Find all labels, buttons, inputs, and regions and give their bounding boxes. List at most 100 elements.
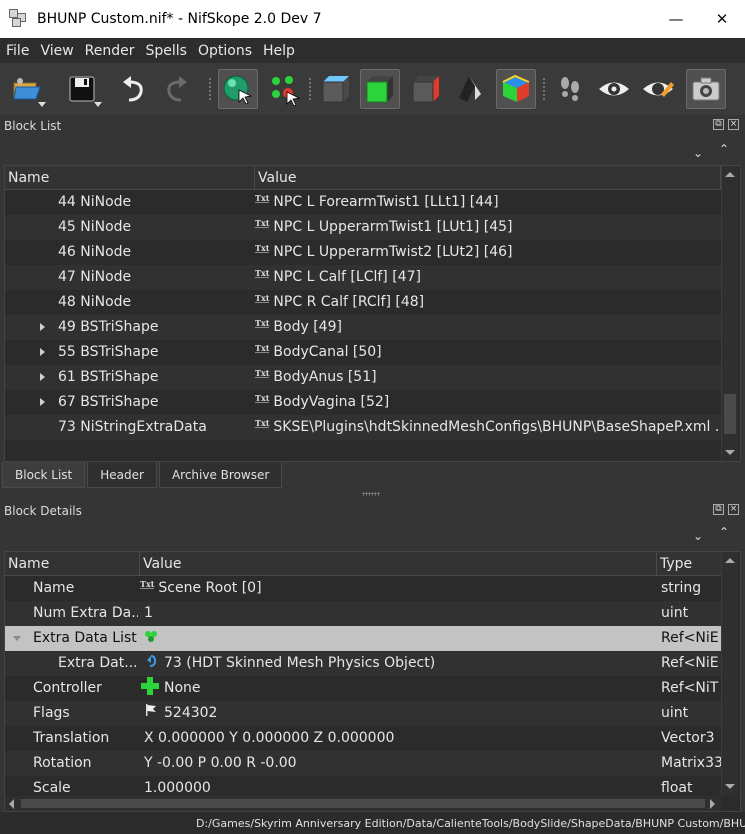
table-row[interactable]: 46 NiNode Txt NPC L UpperarmTwist2 [LUt2]…	[5, 240, 721, 265]
undo-icon[interactable]	[114, 69, 154, 109]
txt-icon: Txt	[255, 393, 270, 403]
field-name: Translation	[33, 730, 110, 746]
menu-render[interactable]: Render	[79, 43, 140, 59]
chevron-up-icon[interactable]: ⌃	[719, 525, 729, 539]
chevron-down-icon[interactable]: ⌄	[693, 146, 703, 160]
table-row[interactable]: Rotation Y -0.00 P 0.00 R -0.00 Matrix33	[5, 751, 721, 776]
scroll-down-icon[interactable]	[725, 784, 735, 789]
block-details-hscrollbar[interactable]	[5, 796, 721, 811]
table-row[interactable]: Flags 524302 uint	[5, 701, 721, 726]
table-row[interactable]: 73 NiStringExtraData Txt SKSE\Plugins\hdt…	[5, 415, 721, 440]
field-value[interactable]: Y -0.00 P 0.00 R -0.00	[144, 751, 297, 776]
block-name: 45 NiNode	[58, 219, 132, 235]
column-header-type[interactable]: Type	[657, 552, 721, 575]
minimize-button[interactable]: —	[653, 0, 699, 38]
block-value: NPC L ForearmTwist1 [LLt1] [44]	[273, 194, 499, 210]
visibility-icon[interactable]	[594, 69, 634, 109]
block-list-filter-row: ⌄ ⌃	[0, 140, 745, 166]
shading-textured-icon[interactable]	[406, 69, 446, 109]
menu-view[interactable]: View	[34, 43, 78, 59]
table-row[interactable]: Translation X 0.000000 Y 0.000000 Z 0.00…	[5, 726, 721, 751]
field-value[interactable]: 73 (HDT Skinned Mesh Physics Object)	[164, 655, 435, 671]
tab-archive-browser[interactable]: Archive Browser	[158, 462, 283, 488]
array-icon	[144, 626, 158, 651]
splitter-handle[interactable]	[362, 492, 380, 496]
column-header-name[interactable]: Name	[5, 552, 140, 575]
field-value[interactable]: 524302	[164, 705, 217, 721]
redo-icon[interactable]	[156, 69, 196, 109]
field-value[interactable]: Scene Root [0]	[158, 580, 261, 596]
table-row-selected[interactable]: Extra Data List Ref<NiE	[5, 626, 721, 651]
block-details-title: Block Details	[4, 504, 82, 518]
collapse-arrow-icon[interactable]	[13, 636, 21, 641]
menu-options[interactable]: Options	[192, 43, 257, 59]
table-row[interactable]: Name Txt Scene Root [0] string	[5, 576, 721, 601]
field-value[interactable]: X 0.000000 Y 0.000000 Z 0.000000	[144, 726, 394, 751]
menu-bar: File View Render Spells Options Help	[0, 38, 745, 63]
toolbar-separator	[208, 77, 212, 101]
select-vertex-icon[interactable]	[264, 69, 304, 109]
block-list-tree: Name Value 44 NiNode Txt NPC L ForearmTwi…	[4, 165, 741, 462]
block-name: 55 BSTriShape	[58, 344, 159, 360]
field-value[interactable]: None	[164, 680, 201, 696]
table-row[interactable]: Controller None Ref<NiT	[5, 676, 721, 701]
field-name: Num Extra Da...	[33, 605, 138, 621]
expand-arrow-icon[interactable]	[40, 323, 45, 331]
scrollbar-thumb[interactable]	[21, 799, 705, 808]
block-details-scrollbar[interactable]	[721, 552, 738, 796]
shading-solid-icon[interactable]	[360, 69, 400, 109]
menu-help[interactable]: Help	[257, 43, 300, 59]
txt-icon: Txt	[255, 318, 270, 328]
column-header-name[interactable]: Name	[5, 166, 255, 189]
shading-wire-icon[interactable]	[450, 69, 490, 109]
field-type: Ref<NiT	[661, 680, 719, 696]
column-header-value[interactable]: Value	[140, 552, 657, 575]
shading-color-icon[interactable]	[496, 69, 536, 109]
table-row[interactable]: 45 NiNode Txt NPC L UpperarmTwist1 [LUt1]…	[5, 215, 721, 240]
scroll-right-icon[interactable]	[710, 799, 715, 809]
column-header-value[interactable]: Value	[255, 166, 721, 189]
table-row[interactable]: 47 NiNode Txt NPC L Calf [LClf] [47]	[5, 265, 721, 290]
menu-file[interactable]: File	[0, 43, 34, 59]
screenshot-icon[interactable]	[686, 69, 726, 109]
footprint-icon[interactable]	[550, 69, 590, 109]
block-list-scrollbar[interactable]	[721, 166, 738, 461]
scroll-left-icon[interactable]	[9, 799, 14, 809]
select-object-icon[interactable]	[218, 69, 258, 109]
table-row[interactable]: Extra Dat... 73 (HDT Skinned Mesh Physic…	[5, 651, 721, 676]
chevron-up-icon[interactable]: ⌃	[719, 142, 729, 156]
close-button[interactable]: ✕	[699, 0, 745, 38]
table-row[interactable]: 67 BSTriShape Txt BodyVagina [52]	[5, 390, 721, 415]
expand-arrow-icon[interactable]	[40, 373, 45, 381]
block-value: BodyVagina [52]	[273, 394, 390, 410]
shading-flat-icon[interactable]	[316, 69, 356, 109]
table-row[interactable]: 44 NiNode Txt NPC L ForearmTwist1 [LLt1] …	[5, 190, 721, 215]
close-dock-icon[interactable]: ×	[728, 119, 739, 130]
expand-arrow-icon[interactable]	[40, 348, 45, 356]
block-value: BodyAnus [51]	[273, 369, 377, 385]
txt-icon: Txt	[255, 368, 270, 378]
expand-arrow-icon[interactable]	[40, 398, 45, 406]
tab-header[interactable]: Header	[87, 462, 157, 488]
field-value[interactable]: 1	[144, 601, 153, 626]
table-row[interactable]: 61 BSTriShape Txt BodyAnus [51]	[5, 365, 721, 390]
table-row[interactable]: Num Extra Da... 1 uint	[5, 601, 721, 626]
table-row[interactable]: 49 BSTriShape Txt Body [49]	[5, 315, 721, 340]
block-name: 49 BSTriShape	[58, 319, 159, 335]
scroll-up-icon[interactable]	[725, 172, 735, 177]
tab-block-list[interactable]: Block List	[2, 462, 86, 488]
close-dock-icon[interactable]: ×	[728, 504, 739, 515]
chevron-down-icon[interactable]: ⌄	[693, 529, 703, 543]
table-row[interactable]: 48 NiNode Txt NPC R Calf [RClf] [48]	[5, 290, 721, 315]
scroll-up-icon[interactable]	[725, 558, 735, 563]
scrollbar-thumb[interactable]	[724, 394, 736, 434]
visibility-highlight-icon[interactable]	[638, 69, 678, 109]
table-row[interactable]: 55 BSTriShape Txt BodyCanal [50]	[5, 340, 721, 365]
scroll-down-icon[interactable]	[725, 450, 735, 455]
load-icon[interactable]	[6, 69, 46, 109]
save-icon[interactable]	[62, 69, 102, 109]
link-icon	[147, 655, 157, 667]
menu-spells[interactable]: Spells	[140, 43, 192, 59]
float-dock-icon[interactable]: ⧉	[713, 119, 724, 130]
float-dock-icon[interactable]: ⧉	[713, 504, 724, 515]
